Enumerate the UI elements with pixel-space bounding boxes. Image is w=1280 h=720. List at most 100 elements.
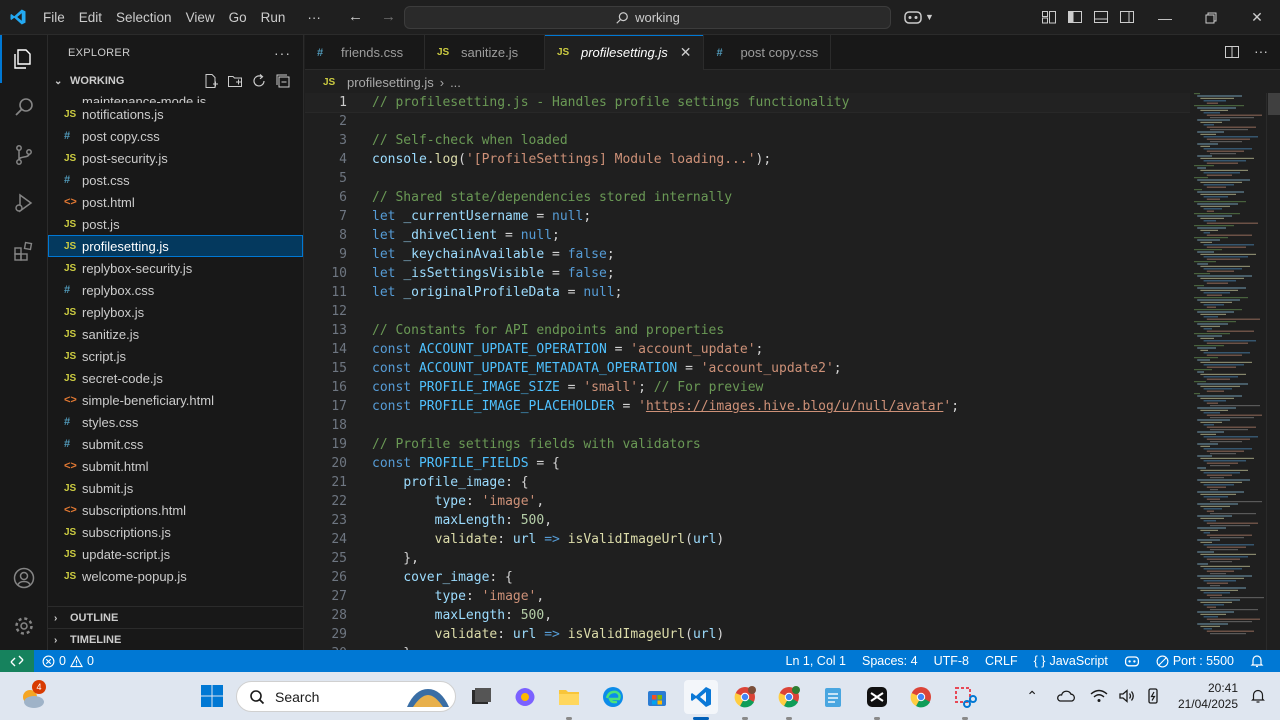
breadcrumb-symbols[interactable]: ... — [450, 75, 461, 90]
file-item[interactable]: <> post.html — [48, 191, 303, 213]
file-item[interactable]: <> submit.html — [48, 455, 303, 477]
menu-selection[interactable]: Selection — [109, 0, 179, 35]
file-item[interactable]: <> subscriptions.html — [48, 499, 303, 521]
file-item[interactable]: JS submit.js — [48, 477, 303, 499]
more-actions-icon[interactable]: ··· — [1254, 44, 1268, 60]
code-editor[interactable]: 1 // profilesetting.js - Handles profile … — [305, 93, 1190, 650]
taskbar-app-notepad[interactable] — [816, 680, 850, 714]
copilot-button[interactable]: ▼ — [903, 9, 934, 25]
taskbar-app-terminal[interactable] — [464, 680, 498, 714]
new-file-icon[interactable] — [203, 73, 219, 89]
extensions-icon[interactable] — [0, 227, 48, 275]
taskbar-app-edge[interactable] — [596, 680, 630, 714]
split-editor-icon[interactable] — [1224, 44, 1240, 60]
editor-tab[interactable]: # friends.css — [305, 35, 425, 70]
taskbar-app-file-explorer[interactable] — [552, 680, 586, 720]
chevron-up-icon[interactable]: ⌃ — [1016, 688, 1048, 705]
menu-run[interactable]: Run — [254, 0, 293, 35]
minimap[interactable] — [1190, 93, 1266, 650]
language-mode[interactable]: { } JavaScript — [1026, 654, 1116, 668]
menu-edit[interactable]: Edit — [72, 0, 109, 35]
cursor-position[interactable]: Ln 1, Col 1 — [778, 654, 854, 668]
problems-indicator[interactable]: 0 0 — [34, 654, 102, 668]
file-item-partial[interactable]: maintenance-mode.js — [48, 92, 303, 103]
command-center[interactable]: working — [404, 6, 891, 29]
battery-charging-icon[interactable] — [1144, 687, 1162, 705]
menu-file[interactable]: File — [36, 0, 72, 35]
file-item[interactable]: JS welcome-popup.js — [48, 565, 303, 587]
timeline-header[interactable]: › TIMELINE — [48, 629, 303, 650]
search-icon[interactable] — [0, 83, 48, 131]
notifications-bell-icon[interactable] — [1242, 654, 1272, 668]
file-item[interactable]: <> simple-beneficiary.html — [48, 389, 303, 411]
file-item[interactable]: JS script.js — [48, 345, 303, 367]
remote-indicator[interactable] — [0, 650, 34, 672]
editor-tab[interactable]: JS profilesetting.js ✕ — [545, 35, 705, 70]
toggle-panel-icon[interactable] — [1093, 9, 1109, 25]
onedrive-cloud-icon[interactable] — [1056, 689, 1076, 703]
vertical-scrollbar[interactable] — [1266, 93, 1280, 650]
taskbar-app-capcut[interactable] — [860, 680, 894, 720]
folder-header[interactable]: ⌄ WORKING — [48, 70, 303, 92]
close-tab-icon[interactable]: ✕ — [680, 44, 692, 61]
notifications-bell-icon[interactable] — [1250, 688, 1266, 704]
file-item[interactable]: JS update-script.js — [48, 543, 303, 565]
file-item[interactable]: # post.css — [48, 169, 303, 191]
source-control-icon[interactable] — [0, 131, 48, 179]
file-item[interactable]: JS profilesetting.js — [48, 235, 303, 257]
taskbar-app-chrome-profile-a[interactable] — [728, 680, 762, 720]
clock[interactable]: 20:41 21/04/2025 — [1166, 680, 1250, 712]
file-item[interactable]: # replybox.css — [48, 279, 303, 301]
file-item[interactable]: # styles.css — [48, 411, 303, 433]
file-item[interactable]: # post copy.css — [48, 125, 303, 147]
file-item[interactable]: JS notifications.js — [48, 103, 303, 125]
file-item[interactable]: JS post-security.js — [48, 147, 303, 169]
file-item[interactable]: JS secret-code.js — [48, 367, 303, 389]
live-server-port[interactable]: Port : 5500 — [1148, 654, 1242, 668]
minimize-button[interactable]: — — [1142, 0, 1188, 35]
customize-layout-icon[interactable] — [1041, 9, 1057, 25]
file-item[interactable]: JS sanitize.js — [48, 323, 303, 345]
taskbar-app-snipping-tool[interactable] — [948, 680, 982, 720]
taskbar-app-chrome[interactable] — [904, 680, 938, 714]
refresh-icon[interactable] — [251, 73, 267, 89]
collapse-all-icon[interactable] — [275, 73, 291, 89]
volume-icon[interactable] — [1118, 689, 1136, 703]
outline-header[interactable]: › OUTLINE — [48, 607, 303, 629]
file-item[interactable]: # submit.css — [48, 433, 303, 455]
wifi-icon[interactable] — [1090, 689, 1108, 703]
toggle-secondary-sidebar-icon[interactable] — [1119, 9, 1135, 25]
copilot-status[interactable] — [1116, 654, 1148, 668]
menu-go[interactable]: Go — [222, 0, 254, 35]
menu-view[interactable]: View — [179, 0, 222, 35]
indentation[interactable]: Spaces: 4 — [854, 654, 926, 668]
editor-tab[interactable]: JS sanitize.js — [425, 35, 545, 70]
line-endings[interactable]: CRLF — [977, 654, 1026, 668]
breadcrumb-file[interactable]: profilesetting.js — [347, 75, 434, 90]
taskbar-app-vscode[interactable] — [684, 680, 718, 720]
close-window-button[interactable]: ✕ — [1234, 0, 1280, 35]
toggle-primary-sidebar-icon[interactable] — [1067, 9, 1083, 25]
taskbar-app-store[interactable] — [640, 680, 674, 714]
menu-more[interactable]: ··· — [300, 0, 328, 35]
file-item[interactable]: JS post.js — [48, 213, 303, 235]
explorer-icon[interactable] — [0, 35, 48, 83]
settings-gear-icon[interactable] — [0, 602, 48, 650]
restore-button[interactable] — [1188, 0, 1234, 35]
file-item[interactable]: JS replybox.js — [48, 301, 303, 323]
taskbar-search[interactable]: Search — [236, 681, 456, 712]
scrollbar-thumb[interactable] — [1268, 93, 1280, 115]
weather-widget[interactable]: 4 — [16, 680, 50, 714]
taskbar-app-chrome-profile-b[interactable] — [772, 680, 806, 720]
new-folder-icon[interactable] — [227, 73, 243, 89]
encoding[interactable]: UTF-8 — [926, 654, 977, 668]
taskbar-app-copilot[interactable] — [508, 680, 542, 714]
forward-arrow-icon[interactable]: → — [381, 8, 396, 25]
start-button[interactable] — [200, 684, 224, 711]
accounts-icon[interactable] — [0, 554, 48, 602]
back-arrow-icon[interactable]: ← — [348, 8, 363, 25]
file-item[interactable]: JS replybox-security.js — [48, 257, 303, 279]
run-debug-icon[interactable] — [0, 179, 48, 227]
file-item[interactable]: JS subscriptions.js — [48, 521, 303, 543]
editor-tab[interactable]: # post copy.css — [704, 35, 832, 70]
